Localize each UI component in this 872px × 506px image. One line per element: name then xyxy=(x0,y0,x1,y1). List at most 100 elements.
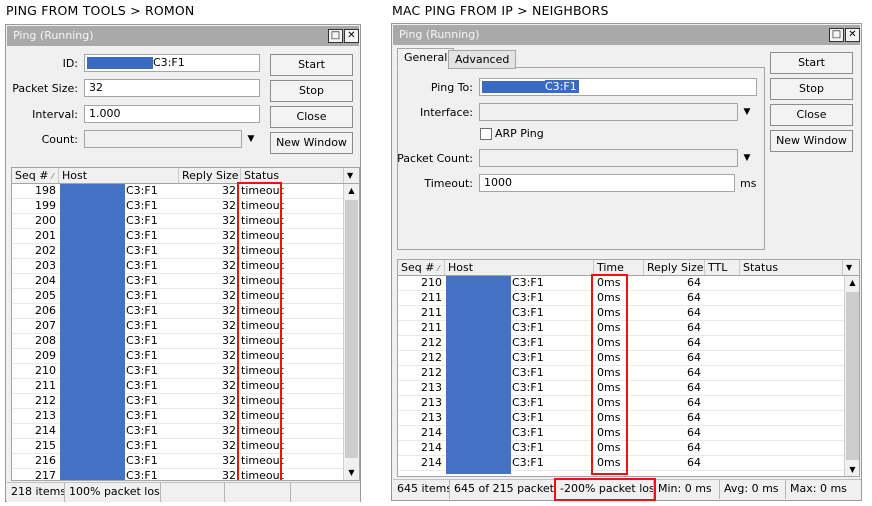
cell-reply-size: 64 xyxy=(687,351,701,364)
cell-reply-size: 64 xyxy=(687,441,701,454)
cell-host: C3:F1 xyxy=(126,439,158,452)
id-value: C3:F1 xyxy=(153,56,185,69)
stop-button[interactable]: Stop xyxy=(270,80,353,102)
vertical-scrollbar[interactable]: ▲ ▼ xyxy=(343,184,359,480)
status-bar: 218 items 100% packet loss xyxy=(7,482,360,502)
cell-host: C3:F1 xyxy=(126,379,158,392)
title-bar[interactable]: Ping (Running) □ ✕ xyxy=(393,25,860,45)
cell-seq: 212 xyxy=(421,366,442,379)
cell-host: C3:F1 xyxy=(512,321,544,334)
cell-reply-size: 32 xyxy=(222,244,236,257)
cell-seq: 211 xyxy=(421,306,442,319)
cell-seq: 204 xyxy=(35,274,56,287)
column-menu-icon[interactable]: ▼ xyxy=(843,260,859,275)
cell-host: C3:F1 xyxy=(126,349,158,362)
col-seq[interactable]: Seq # ⁄ xyxy=(398,260,445,275)
vertical-scrollbar[interactable]: ▲ ▼ xyxy=(844,276,859,476)
timeout-field[interactable]: 1000 xyxy=(479,174,735,192)
col-reply-size[interactable]: Reply Size xyxy=(179,168,241,183)
cell-seq: 208 xyxy=(35,334,56,347)
cell-seq: 216 xyxy=(35,454,56,467)
close-button[interactable]: Close xyxy=(270,106,353,128)
id-field[interactable]: C3:F1 xyxy=(84,54,260,72)
count-field[interactable] xyxy=(84,130,242,148)
col-seq-label: Seq # xyxy=(401,261,435,274)
scroll-up-icon[interactable]: ▲ xyxy=(845,276,859,290)
close-icon[interactable]: ✕ xyxy=(344,29,359,43)
arp-ping-checkbox[interactable] xyxy=(480,128,492,140)
ping-to-value: C3:F1 xyxy=(545,80,579,93)
col-seq[interactable]: Seq # ⁄ xyxy=(12,168,59,183)
packet-count-field[interactable] xyxy=(479,149,738,167)
start-button[interactable]: Start xyxy=(270,54,353,76)
cell-reply-size: 64 xyxy=(687,456,701,469)
title-bar[interactable]: Ping (Running) □ ✕ xyxy=(7,26,359,46)
cell-reply-size: 32 xyxy=(222,304,236,317)
cell-seq: 213 xyxy=(35,409,56,422)
cell-seq: 210 xyxy=(421,276,442,289)
scroll-down-icon[interactable]: ▼ xyxy=(845,463,859,476)
status-items: 645 items xyxy=(393,480,450,499)
restore-icon[interactable]: □ xyxy=(328,29,343,43)
ping-to-field[interactable]: C3:F1 xyxy=(479,78,757,96)
cell-host: C3:F1 xyxy=(512,306,544,319)
cell-reply-size: 64 xyxy=(687,381,701,394)
col-host[interactable]: Host xyxy=(59,168,179,183)
cell-seq: 210 xyxy=(35,364,56,377)
status-cell-empty xyxy=(161,483,225,502)
caption-left: PING FROM TOOLS > ROMON xyxy=(6,3,195,18)
cell-seq: 200 xyxy=(35,214,56,227)
cell-reply-size: 64 xyxy=(687,411,701,424)
cell-reply-size: 32 xyxy=(222,289,236,302)
dropdown-arrow-icon[interactable]: ▼ xyxy=(245,133,257,145)
scroll-up-icon[interactable]: ▲ xyxy=(344,184,359,198)
close-button[interactable]: Close xyxy=(770,104,853,126)
col-reply-size[interactable]: Reply Size xyxy=(644,260,705,275)
scroll-down-icon[interactable]: ▼ xyxy=(344,466,359,480)
col-host[interactable]: Host xyxy=(445,260,594,275)
cell-seq: 213 xyxy=(421,381,442,394)
cell-seq: 214 xyxy=(421,441,442,454)
close-icon[interactable]: ✕ xyxy=(845,28,860,42)
cell-seq: 203 xyxy=(35,259,56,272)
cell-host: C3:F1 xyxy=(126,259,158,272)
cell-seq: 212 xyxy=(421,336,442,349)
cell-host: C3:F1 xyxy=(512,411,544,424)
cell-reply-size: 32 xyxy=(222,184,236,197)
col-status[interactable]: Status xyxy=(241,168,344,183)
scroll-thumb[interactable] xyxy=(345,200,358,458)
tab-advanced[interactable]: Advanced xyxy=(448,50,517,69)
interval-value: 1.000 xyxy=(89,107,121,120)
cell-seq: 212 xyxy=(421,351,442,364)
cell-seq: 213 xyxy=(421,411,442,424)
cell-seq: 207 xyxy=(35,319,56,332)
cell-seq: 214 xyxy=(421,426,442,439)
stop-button[interactable]: Stop xyxy=(770,78,853,100)
tab-general[interactable]: General xyxy=(397,48,455,69)
new-window-button[interactable]: New Window xyxy=(770,130,853,152)
dropdown-arrow-icon[interactable]: ▼ xyxy=(741,152,753,164)
start-button[interactable]: Start xyxy=(770,52,853,74)
new-window-button[interactable]: New Window xyxy=(270,132,353,154)
packet-size-field[interactable]: 32 xyxy=(84,79,260,97)
cell-host: C3:F1 xyxy=(126,229,158,242)
status-max: Max: 0 ms xyxy=(790,482,847,495)
cell-host: C3:F1 xyxy=(512,456,544,469)
interval-field[interactable]: 1.000 xyxy=(84,105,260,123)
cell-reply-size: 32 xyxy=(222,439,236,452)
col-ttl[interactable]: TTL xyxy=(705,260,740,275)
interface-field[interactable] xyxy=(479,103,738,121)
restore-icon[interactable]: □ xyxy=(829,28,844,42)
redacted-host-block xyxy=(60,184,125,480)
col-status[interactable]: Status xyxy=(740,260,843,275)
cell-host: C3:F1 xyxy=(126,214,158,227)
cell-host: C3:F1 xyxy=(512,276,544,289)
col-time[interactable]: Time xyxy=(594,260,644,275)
cell-host: C3:F1 xyxy=(126,364,158,377)
highlight-box-time xyxy=(591,274,628,475)
dropdown-arrow-icon[interactable]: ▼ xyxy=(741,106,753,118)
column-menu-icon[interactable]: ▼ xyxy=(344,168,359,183)
cell-host: C3:F1 xyxy=(512,381,544,394)
cell-reply-size: 64 xyxy=(687,366,701,379)
scroll-thumb[interactable] xyxy=(846,292,859,460)
